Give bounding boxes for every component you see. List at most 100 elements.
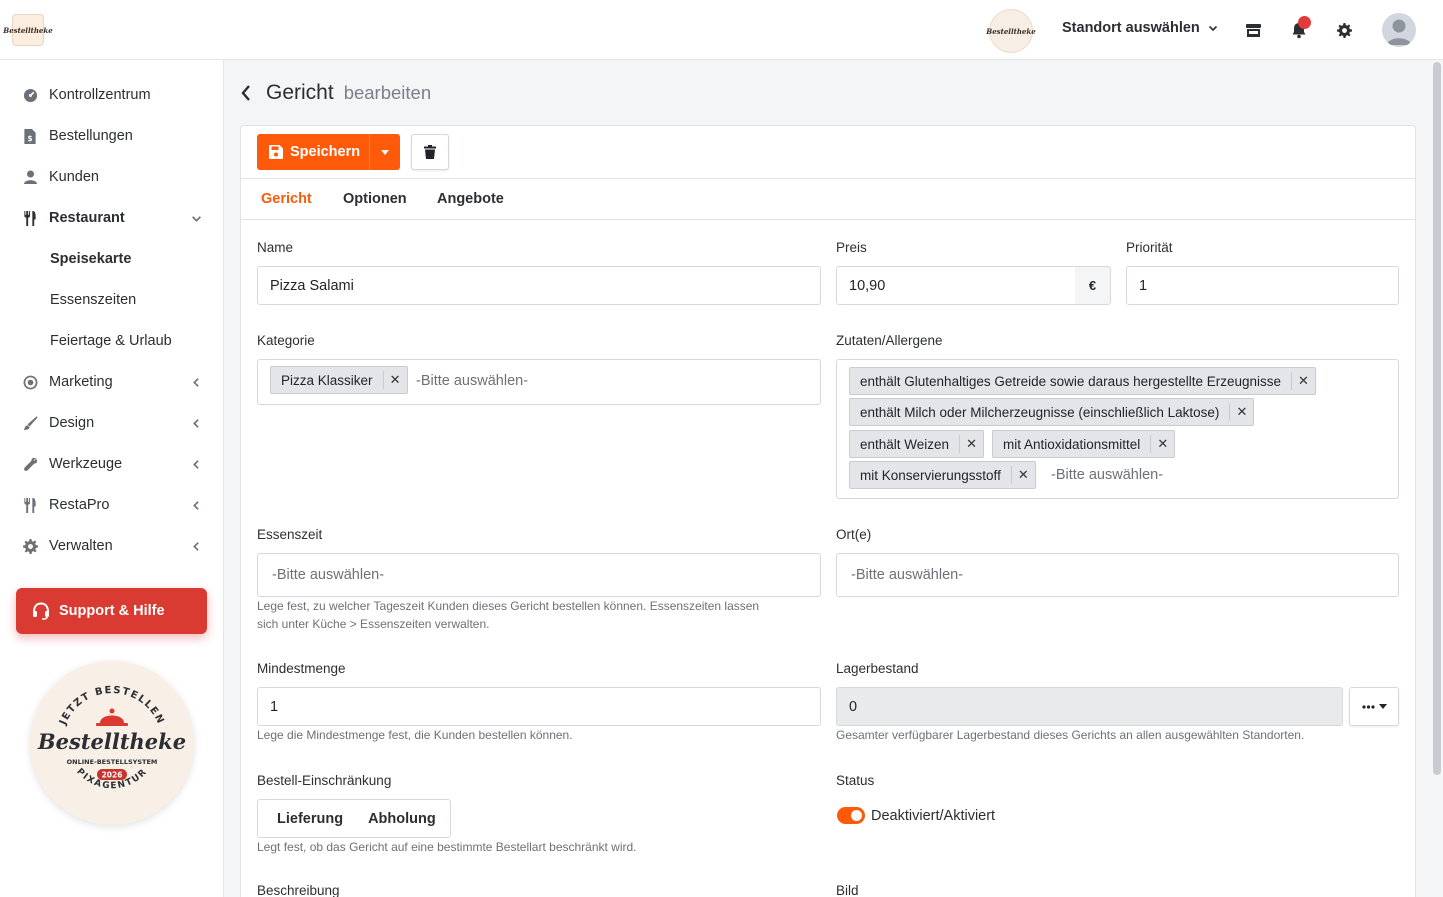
name-label: Name — [257, 240, 294, 255]
kategorie-select[interactable]: Pizza Klassiker ✕ -Bitte auswählen- — [257, 359, 821, 405]
gear-icon[interactable] — [1334, 20, 1354, 40]
sidebar-item-marketing[interactable]: Marketing — [0, 362, 223, 402]
lagerbestand-input: 0 — [836, 687, 1343, 726]
save-dropdown-caret[interactable] — [369, 134, 400, 170]
sidebar-subitem-speisekarte[interactable]: Speisekarte — [50, 239, 131, 279]
zutaten-placeholder: -Bitte auswählen- — [1051, 467, 1164, 483]
tab-optionen[interactable]: Optionen — [343, 191, 407, 207]
option-abholung[interactable]: Abholung — [368, 811, 436, 827]
chip-remove-icon[interactable]: ✕ — [959, 435, 983, 453]
cog-icon — [22, 538, 38, 554]
sidebar-item-restapro[interactable]: RestaPro — [0, 485, 223, 525]
support-button[interactable]: Support & Hilfe — [16, 588, 207, 634]
chevron-left-icon — [189, 416, 203, 430]
seal-brand: Bestelltheke — [37, 729, 186, 754]
bestell-segmented: Lieferung Abholung — [257, 799, 451, 838]
chip-allergen: mit Konservierungsstoff ✕ — [849, 461, 1036, 489]
sidebar-item-kunden[interactable]: Kunden — [0, 157, 223, 197]
chip-allergen: mit Antioxidationsmittel ✕ — [992, 430, 1176, 458]
chevron-down-icon — [1208, 25, 1217, 32]
receipt-icon: $ — [22, 128, 38, 144]
tab-angebote[interactable]: Angebote — [437, 191, 504, 207]
chevron-left-icon — [189, 375, 203, 389]
page-header: Gericht bearbeiten — [240, 78, 431, 108]
lagerbestand-options-button[interactable] — [1349, 687, 1399, 726]
chevron-left-icon — [189, 498, 203, 512]
target-icon — [22, 374, 38, 390]
mindestmenge-input[interactable]: 1 — [257, 687, 821, 726]
currency-addon: € — [1075, 266, 1111, 305]
sidebar-item-design[interactable]: Design — [0, 403, 223, 443]
chip-remove-icon[interactable]: ✕ — [382, 371, 407, 389]
sidebar: Kontrollzentrum $ Bestellungen Kunden Re… — [0, 60, 224, 897]
prioritaet-input[interactable]: 1 — [1126, 266, 1399, 305]
sidebar-item-bestellungen[interactable]: $ Bestellungen — [0, 116, 223, 156]
dashboard-icon — [22, 87, 38, 103]
store-icon[interactable] — [1243, 20, 1263, 40]
svg-text:$: $ — [27, 134, 32, 143]
edit-card: Speichern Gericht Optionen Angebote Name… — [240, 125, 1416, 897]
sidebar-subitem-essenszeiten[interactable]: Essenszeiten — [50, 280, 136, 320]
chevron-left-icon — [189, 539, 203, 553]
delete-button[interactable] — [411, 134, 449, 170]
preis-label: Preis — [836, 240, 867, 255]
status-toggle-label: Deaktiviert/Aktiviert — [871, 808, 996, 824]
preis-input[interactable]: 10,90 — [836, 266, 1076, 305]
headset-icon — [33, 602, 49, 620]
status-label: Status — [836, 773, 875, 788]
beschreibung-label: Beschreibung — [257, 883, 340, 897]
bestelltheke-seal: JETZT BESTELLEN Bestelltheke ONLINE-BEST… — [30, 661, 194, 825]
lagerbestand-label: Lagerbestand — [836, 661, 919, 676]
chip-allergen: enthält Milch oder Milcherzeugnisse (ein… — [849, 398, 1255, 426]
trash-icon — [424, 145, 436, 159]
floppy-disk-icon — [269, 145, 283, 159]
chip-remove-icon[interactable]: ✕ — [1010, 466, 1035, 484]
essenszeit-label: Essenszeit — [257, 527, 323, 542]
location-select[interactable]: Standort auswählen — [1062, 20, 1218, 36]
brush-icon — [22, 415, 38, 431]
page-title: Gericht — [266, 81, 334, 104]
toolbar: Speichern — [241, 126, 1415, 179]
orte-select[interactable]: -Bitte auswählen- — [836, 553, 1399, 597]
chip-remove-icon[interactable]: ✕ — [1150, 435, 1174, 453]
sidebar-subitem-feiertage[interactable]: Feiertage & Urlaub — [50, 321, 172, 361]
zutaten-select[interactable]: enthält Glutenhaltiges Getreide sowie da… — [836, 359, 1399, 499]
bestell-help: Legt fest, ob das Gericht auf eine besti… — [257, 840, 637, 854]
mindestmenge-label: Mindestmenge — [257, 661, 346, 676]
chip-allergen: enthält Glutenhaltiges Getreide sowie da… — [849, 367, 1316, 395]
essenszeit-help: Lege fest, zu welcher Tageszeit Kunden d… — [257, 599, 760, 631]
bild-label: Bild — [836, 883, 859, 897]
zutaten-label: Zutaten/Allergene — [836, 333, 943, 348]
bestell-label: Bestell-Einschränkung — [257, 773, 392, 788]
sidebar-item-restaurant[interactable]: Restaurant — [0, 198, 223, 238]
more-dots-icon — [1361, 704, 1375, 709]
seal-year: 2026 — [102, 771, 123, 780]
option-lieferung[interactable]: Lieferung — [277, 811, 343, 827]
kategorie-label: Kategorie — [257, 333, 315, 348]
utensils-icon — [22, 497, 38, 513]
chip-allergen: enthält Weizen ✕ — [849, 430, 985, 458]
chip-remove-icon[interactable]: ✕ — [1229, 403, 1253, 421]
chip-remove-icon[interactable]: ✕ — [1291, 372, 1315, 390]
essenszeit-select[interactable]: -Bitte auswählen- — [257, 553, 821, 597]
tab-gericht[interactable]: Gericht — [261, 191, 312, 207]
top-bar: Bestelltheke Bestelltheke Standort auswä… — [0, 0, 1443, 60]
chevron-down-icon — [189, 211, 203, 225]
page-subtitle: bearbeiten — [343, 82, 432, 103]
user-avatar-icon[interactable] — [1382, 13, 1416, 47]
kategorie-placeholder: -Bitte auswählen- — [416, 373, 529, 389]
sidebar-item-werkzeuge[interactable]: Werkzeuge — [0, 444, 223, 484]
save-main[interactable]: Speichern — [257, 144, 369, 160]
tab-bar: Gericht Optionen Angebote — [241, 180, 1415, 220]
chevron-left-icon — [189, 457, 203, 471]
back-chevron-icon[interactable] — [240, 84, 252, 102]
page-scrollbar[interactable] — [1433, 62, 1441, 775]
sidebar-item-kontrollzentrum[interactable]: Kontrollzentrum — [0, 75, 223, 115]
notification-dot — [1298, 16, 1311, 29]
caret-down-icon — [1378, 704, 1387, 709]
brand-logo[interactable]: Bestelltheke — [3, 14, 53, 46]
sidebar-item-verwalten[interactable]: Verwalten — [0, 526, 223, 566]
save-button[interactable]: Speichern — [257, 134, 400, 170]
name-input[interactable]: Pizza Salami — [257, 266, 821, 305]
status-toggle[interactable] — [837, 807, 865, 824]
